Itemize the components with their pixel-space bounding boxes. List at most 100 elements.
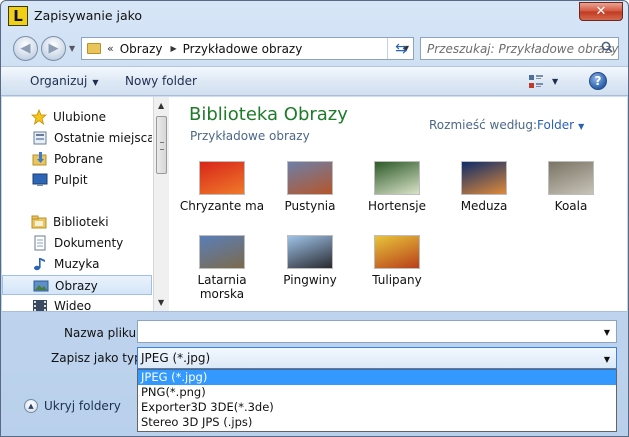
title-bar: L Zapisywanie jako ✕: [1, 1, 628, 31]
refresh-icon: ⇆: [395, 40, 407, 57]
nav-video[interactable]: Wideo: [2, 296, 152, 311]
image-thumbnail: [287, 161, 333, 195]
file-item[interactable]: Pingwiny: [267, 235, 353, 287]
chevron-down-icon: ▼: [578, 122, 585, 131]
arrange-by-dropdown[interactable]: Folder ▼: [537, 118, 584, 132]
file-item[interactable]: Meduza: [441, 161, 527, 213]
chevron-down-icon[interactable]: ▼: [604, 355, 610, 364]
file-item[interactable]: Latarnia morska: [179, 235, 265, 301]
file-item[interactable]: Pustynia: [267, 161, 353, 213]
video-icon: [33, 300, 47, 311]
image-thumbnail: [199, 161, 245, 195]
chevron-down-icon[interactable]: ▼: [604, 328, 610, 337]
nav-music[interactable]: Muzyka: [2, 254, 152, 274]
scroll-up-icon[interactable]: ▲: [158, 101, 164, 110]
nav-label: Pobrane: [54, 152, 104, 166]
hide-folders-label: Ukryj foldery: [44, 399, 121, 413]
filetype-option[interactable]: Stereo 3D JPS (.jps): [138, 415, 616, 430]
arrow-right-icon: ▶: [48, 41, 59, 56]
refresh-button[interactable]: ⇆: [387, 38, 414, 59]
scroll-down-icon[interactable]: ▼: [158, 298, 164, 307]
search-box[interactable]: Przeszukaj: Przykładowe obrazy: [420, 37, 619, 60]
nav-downloads[interactable]: Pobrane: [2, 149, 152, 169]
crumb-sample-pictures[interactable]: Przykładowe obrazy: [183, 42, 303, 56]
nav-recent-places[interactable]: Ostatnie miejsca: [2, 128, 152, 148]
file-item[interactable]: Chryzante ma: [179, 161, 265, 213]
image-thumbnail: [199, 235, 245, 269]
nav-documents[interactable]: Dokumenty: [2, 233, 152, 253]
pictures-icon: [33, 280, 49, 292]
libraries-icon: [31, 215, 47, 229]
chevron-down-icon: ▼: [92, 78, 99, 87]
filetype-select[interactable]: JPEG (*.jpg) ▼: [137, 347, 617, 369]
nav-label: Muzyka: [54, 257, 100, 271]
desktop-icon: [32, 173, 48, 186]
filetype-label: Zapisz jako typ:: [51, 351, 146, 365]
nav-scrollbar[interactable]: ▲ ▼: [153, 97, 169, 311]
file-item[interactable]: Hortensje: [354, 161, 440, 213]
recent-places-icon: [33, 131, 47, 145]
search-icon[interactable]: [601, 41, 613, 53]
new-folder-button[interactable]: Nowy folder: [125, 74, 197, 88]
close-button[interactable]: ✕: [579, 2, 623, 21]
file-name: Hortensje: [368, 199, 426, 213]
arrow-left-icon: ◀: [20, 41, 31, 56]
nav-label: Dokumenty: [54, 236, 124, 250]
crumb-pictures[interactable]: Obrazy: [120, 42, 163, 56]
help-button[interactable]: ?: [589, 72, 607, 90]
nav-desktop[interactable]: Pulpit: [2, 170, 152, 190]
nav-favorites[interactable]: Ulubione: [2, 107, 152, 127]
app-icon: L: [8, 6, 28, 26]
nav-label: Ostatnie miejsca: [54, 131, 152, 145]
view-options-icon[interactable]: [529, 75, 543, 89]
nav-label: Ulubione: [53, 110, 107, 124]
file-name: Chryzante ma: [179, 199, 265, 213]
view-options-dropdown[interactable]: ▼: [552, 77, 558, 86]
address-row: ◀ ▶ ▼ « Obrazy ▶ Przykładowe obrazy ▼ ⇆ …: [1, 32, 628, 64]
browser-area: Ulubione Ostatnie miejsca Pobrane Pulpit…: [2, 97, 627, 312]
file-item[interactable]: Koala: [528, 161, 614, 213]
window-title: Zapisywanie jako: [34, 8, 143, 23]
navigation-pane: Ulubione Ostatnie miejsca Pobrane Pulpit…: [2, 97, 152, 311]
organize-label: Organizuj: [30, 74, 88, 88]
file-list: Biblioteka Obrazy Przykładowe obrazy Roz…: [172, 97, 627, 311]
scroll-thumb[interactable]: [156, 116, 167, 174]
nav-pictures[interactable]: Obrazy: [2, 275, 152, 295]
back-button[interactable]: ◀: [13, 36, 38, 61]
file-item[interactable]: Tulipany: [354, 235, 440, 287]
file-name: Pingwiny: [283, 273, 337, 287]
search-placeholder: Przeszukaj: Przykładowe obrazy: [427, 41, 619, 56]
chevron-right-icon[interactable]: ▶: [170, 44, 176, 53]
nav-label: Pulpit: [54, 173, 88, 187]
save-as-dialog: L Zapisywanie jako ✕ ◀ ▶ ▼ « Obrazy ▶ Pr…: [0, 0, 629, 437]
arrange-by-value: Folder: [537, 118, 575, 132]
recent-locations-dropdown[interactable]: ▼: [69, 44, 75, 53]
image-thumbnail: [374, 235, 420, 269]
image-thumbnail: [374, 161, 420, 195]
chevron-up-icon: ▲: [24, 399, 38, 413]
music-icon: [34, 258, 45, 271]
filetype-option[interactable]: PNG(*.png): [138, 385, 616, 400]
nav-label: Obrazy: [55, 279, 98, 293]
documents-icon: [34, 235, 46, 251]
filename-input[interactable]: ▼: [137, 320, 617, 343]
image-thumbnail: [461, 161, 507, 195]
file-name: Pustynia: [284, 199, 336, 213]
hide-folders-button[interactable]: ▲ Ukryj foldery: [24, 399, 121, 413]
filetype-value: JPEG (*.jpg): [141, 351, 211, 365]
nav-libraries[interactable]: Biblioteki: [2, 212, 152, 232]
file-name: Latarnia morska: [197, 273, 247, 301]
file-name: Koala: [554, 199, 588, 213]
forward-button[interactable]: ▶: [41, 36, 66, 61]
crumb-overflow[interactable]: «: [107, 42, 114, 55]
file-name: Tulipany: [372, 273, 422, 287]
filetype-dropdown-list: JPEG (*.jpg) PNG(*.png) Exporter3D 3DE(*…: [137, 369, 617, 432]
folder-icon: [87, 43, 101, 54]
organize-button[interactable]: Organizuj ▼: [30, 74, 98, 88]
image-thumbnail: [548, 161, 594, 195]
address-bar[interactable]: « Obrazy ▶ Przykładowe obrazy ▼: [81, 37, 414, 60]
filetype-option[interactable]: JPEG (*.jpg): [138, 370, 616, 385]
filetype-option[interactable]: Exporter3D 3DE(*.3de): [138, 400, 616, 415]
arrange-by-label: Rozmieść według:: [429, 118, 537, 132]
downloads-icon: [32, 152, 47, 166]
